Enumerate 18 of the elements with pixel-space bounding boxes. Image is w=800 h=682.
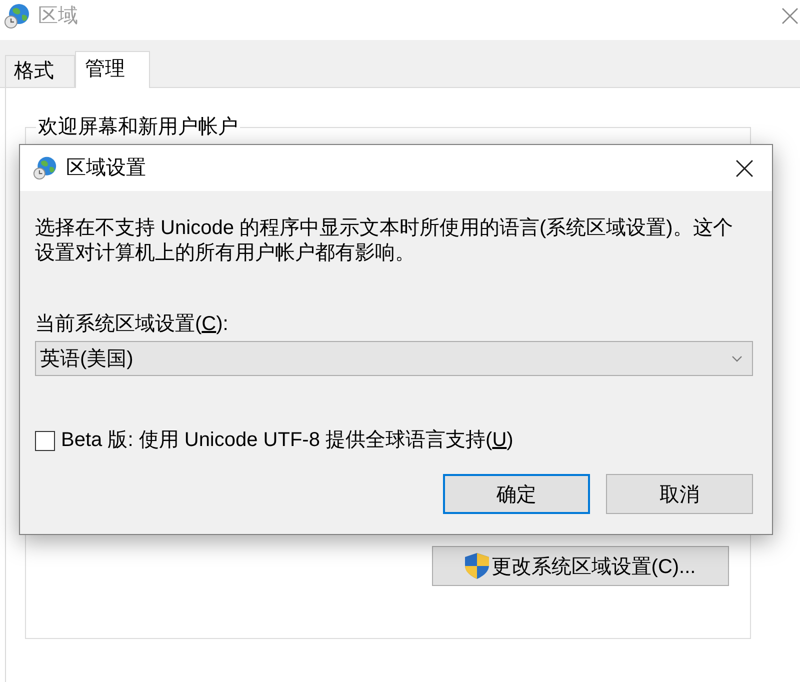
- globe-icon: [4, 3, 30, 29]
- locale-label: 当前系统区域设置(C):: [35, 312, 228, 337]
- shield-icon: [465, 553, 490, 579]
- tab[interactable]: 格式: [5, 55, 75, 87]
- close-icon[interactable]: [736, 160, 753, 176]
- dialog-button[interactable]: 确定: [443, 474, 590, 514]
- beta-option-label[interactable]: Beta 版: 使用 Unicode UTF-8 提供全球语言支持(U): [61, 428, 514, 453]
- checkbox[interactable]: [35, 430, 55, 450]
- chevron-down-icon: [732, 356, 742, 362]
- group-title: 欢迎屏幕和新用户帐户: [37, 115, 239, 139]
- dialog-button[interactable]: 取消: [606, 474, 753, 514]
- globe-icon: [33, 156, 57, 180]
- tab[interactable]: 管理: [75, 51, 150, 88]
- window-title: 区域: [38, 4, 78, 29]
- dialog-description: 选择在不支持 Unicode 的程序中显示文本时所使用的语言(系统区域设置)。这个设置对计算机上的所有用户帐户都有影响。: [35, 216, 734, 266]
- locale-dropdown[interactable]: 英语(美国): [35, 341, 753, 376]
- dialog-title: 区域设置: [66, 156, 146, 181]
- change-locale-button[interactable]: 更改系统区域设置(C)...: [432, 546, 729, 586]
